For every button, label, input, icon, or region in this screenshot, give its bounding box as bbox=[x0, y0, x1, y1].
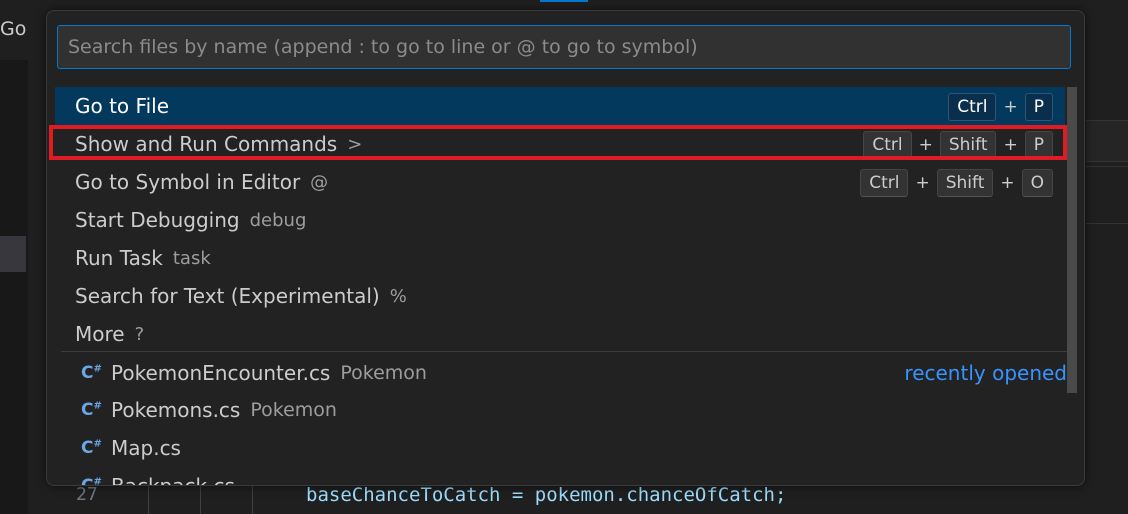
command-search-for-text[interactable]: Search for Text (Experimental) % bbox=[55, 277, 1065, 315]
keybinding: Ctrl + Shift + O bbox=[860, 169, 1053, 197]
list-scrollbar[interactable] bbox=[1067, 87, 1077, 393]
file-folder: Pokemon bbox=[250, 399, 337, 421]
key-plus: + bbox=[1003, 97, 1018, 117]
command-label: Run Task bbox=[75, 246, 163, 270]
command-prefix-hint: ? bbox=[134, 323, 145, 345]
key-o: O bbox=[1021, 169, 1053, 197]
csharp-file-icon: C# bbox=[81, 438, 102, 458]
activity-bar-selected-item[interactable] bbox=[0, 236, 26, 272]
key-p: P bbox=[1024, 93, 1053, 121]
command-prefix-hint: > bbox=[347, 133, 363, 155]
key-plus: + bbox=[1003, 135, 1018, 155]
command-prefix-hint: % bbox=[389, 285, 407, 307]
file-name: Map.cs bbox=[111, 436, 181, 460]
file-folder: Pokemon bbox=[340, 362, 427, 384]
key-p: P bbox=[1024, 131, 1053, 159]
activity-bar bbox=[0, 60, 28, 514]
file-name: PokemonEncounter.cs bbox=[111, 361, 331, 385]
editor-side-panel-2 bbox=[1086, 166, 1128, 224]
file-name: Pokemons.cs bbox=[111, 398, 241, 422]
key-plus: + bbox=[915, 173, 930, 193]
command-label: Show and Run Commands bbox=[75, 132, 338, 156]
command-label: More bbox=[75, 322, 125, 346]
command-prefix-hint: debug bbox=[249, 209, 307, 231]
file-item-pokemonencounter[interactable]: C# PokemonEncounter.cs Pokemon recently … bbox=[55, 354, 1067, 392]
key-shift: Shift bbox=[939, 131, 997, 159]
key-ctrl: Ctrl bbox=[863, 131, 912, 159]
command-run-task[interactable]: Run Task task bbox=[55, 239, 1065, 277]
key-plus: + bbox=[1000, 173, 1015, 193]
keybinding: Ctrl + P bbox=[948, 93, 1053, 121]
menu-go[interactable]: Go bbox=[0, 18, 26, 40]
command-prefix-hint: @ bbox=[310, 171, 329, 193]
key-ctrl: Ctrl bbox=[860, 169, 909, 197]
key-ctrl: Ctrl bbox=[948, 93, 997, 121]
file-item-backpack[interactable]: C# Backpack.cs bbox=[55, 467, 1065, 486]
command-label: Search for Text (Experimental) bbox=[75, 284, 380, 308]
command-label: Start Debugging bbox=[75, 208, 240, 232]
file-item-pokemons[interactable]: C# Pokemons.cs Pokemon bbox=[55, 391, 1065, 429]
code-line[interactable]: baseChanceToCatch = pokemon.chanceOfCatc… bbox=[306, 484, 786, 506]
editor-side-panel bbox=[1086, 120, 1128, 162]
file-name: Backpack.cs bbox=[111, 474, 235, 486]
command-prefix-hint: task bbox=[172, 247, 211, 269]
file-item-map[interactable]: C# Map.cs bbox=[55, 429, 1065, 467]
command-start-debugging[interactable]: Start Debugging debug bbox=[55, 201, 1065, 239]
line-number: 27 bbox=[76, 484, 98, 505]
list-separator bbox=[61, 351, 1071, 352]
keybinding: Ctrl + Shift + P bbox=[863, 131, 1053, 159]
quick-open-widget: Go to File Ctrl + P Show and Run Command… bbox=[46, 10, 1085, 486]
command-label: Go to File bbox=[75, 94, 169, 118]
command-go-to-file[interactable]: Go to File Ctrl + P bbox=[55, 87, 1065, 125]
key-plus: + bbox=[918, 135, 933, 155]
active-tab-indicator bbox=[540, 0, 588, 2]
quick-open-input[interactable] bbox=[57, 25, 1071, 69]
command-more[interactable]: More ? bbox=[55, 315, 1065, 353]
csharp-file-icon: C# bbox=[81, 363, 102, 383]
csharp-file-icon: C# bbox=[81, 400, 102, 420]
csharp-file-icon: C# bbox=[81, 476, 102, 486]
command-go-to-symbol[interactable]: Go to Symbol in Editor @ Ctrl + Shift + … bbox=[55, 163, 1065, 201]
key-shift: Shift bbox=[936, 169, 994, 197]
command-show-and-run-commands[interactable]: Show and Run Commands > Ctrl + Shift + P bbox=[55, 125, 1065, 163]
recently-opened-label: recently opened bbox=[904, 361, 1067, 385]
command-label: Go to Symbol in Editor bbox=[75, 170, 301, 194]
